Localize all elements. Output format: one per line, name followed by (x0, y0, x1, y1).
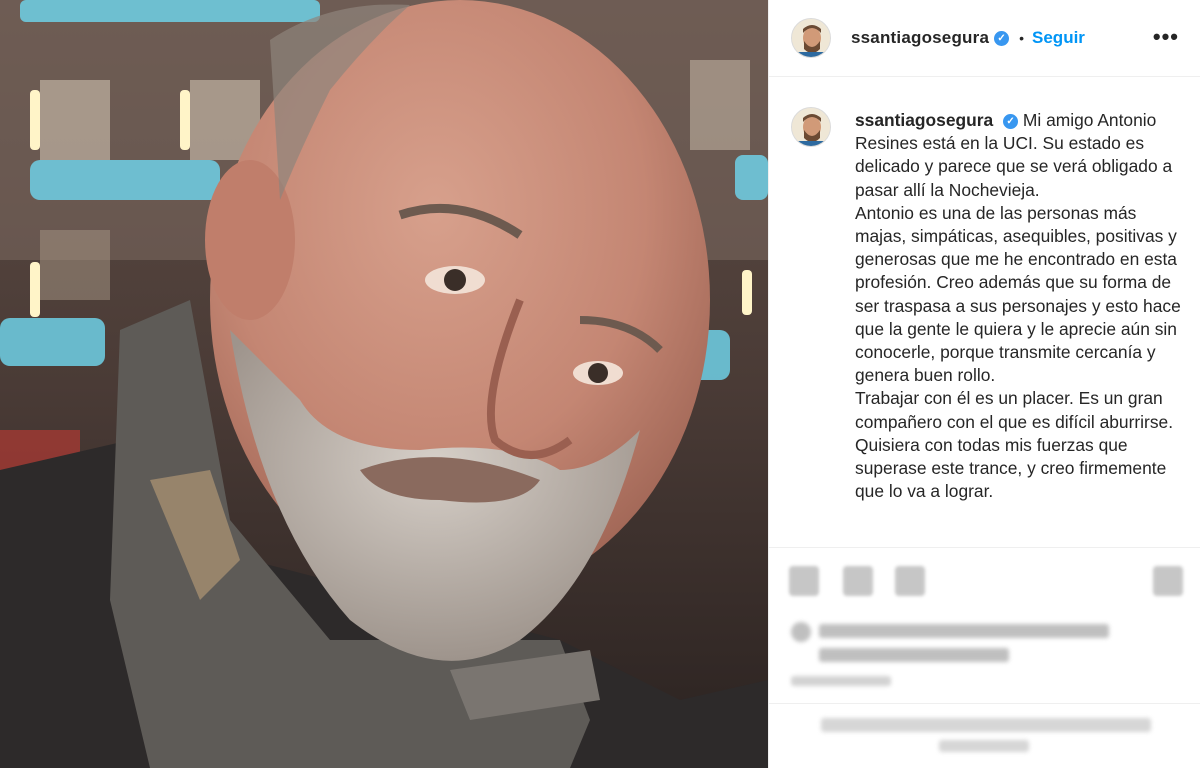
caption-username-link[interactable]: ssantiagosegura (855, 110, 993, 130)
verified-badge-icon: ✓ (994, 30, 1010, 46)
username-link[interactable]: ssantiagosegura (851, 28, 989, 48)
actions-section (769, 547, 1200, 768)
caption-paragraph-4: Quisiera con todas mis fuerzas que super… (855, 434, 1167, 502)
more-options-icon[interactable]: ••• (1153, 24, 1179, 50)
post-date-blurred (791, 676, 891, 686)
post-header: ssantiagosegura ✓ • Seguir ••• (769, 0, 1200, 77)
login-prompt-blurred (821, 718, 1151, 732)
follow-button[interactable]: Seguir (1032, 28, 1085, 48)
caption-section: ssantiagosegura ✓ Mi amigo Antonio Resin… (769, 77, 1200, 547)
caption-paragraph-3: Trabajar con él es un placer. Es un gran… (855, 388, 1174, 432)
separator-dot: • (1019, 30, 1025, 46)
portrait-image (0, 0, 768, 768)
share-icon[interactable] (895, 566, 925, 596)
save-icon[interactable] (1153, 566, 1183, 596)
post-photo[interactable] (0, 0, 768, 768)
comment-box[interactable] (769, 703, 1200, 769)
liked-by-avatar (791, 622, 811, 642)
post-sidebar: ssantiagosegura ✓ • Seguir ••• ssantiago… (768, 0, 1200, 768)
caption-paragraph-2: Antonio es una de las personas más majas… (855, 202, 1181, 386)
avatar[interactable] (791, 18, 831, 58)
likes-summary-blurred (819, 624, 1109, 638)
comment-icon[interactable] (843, 566, 873, 596)
heart-icon[interactable] (789, 566, 819, 596)
likes-summary-blurred-2 (819, 648, 1009, 662)
login-prompt-blurred-2 (939, 740, 1029, 752)
verified-badge-icon: ✓ (1003, 113, 1019, 129)
caption-avatar[interactable] (791, 107, 831, 147)
caption-text: ssantiagosegura ✓ Mi amigo Antonio Resin… (855, 109, 1185, 503)
